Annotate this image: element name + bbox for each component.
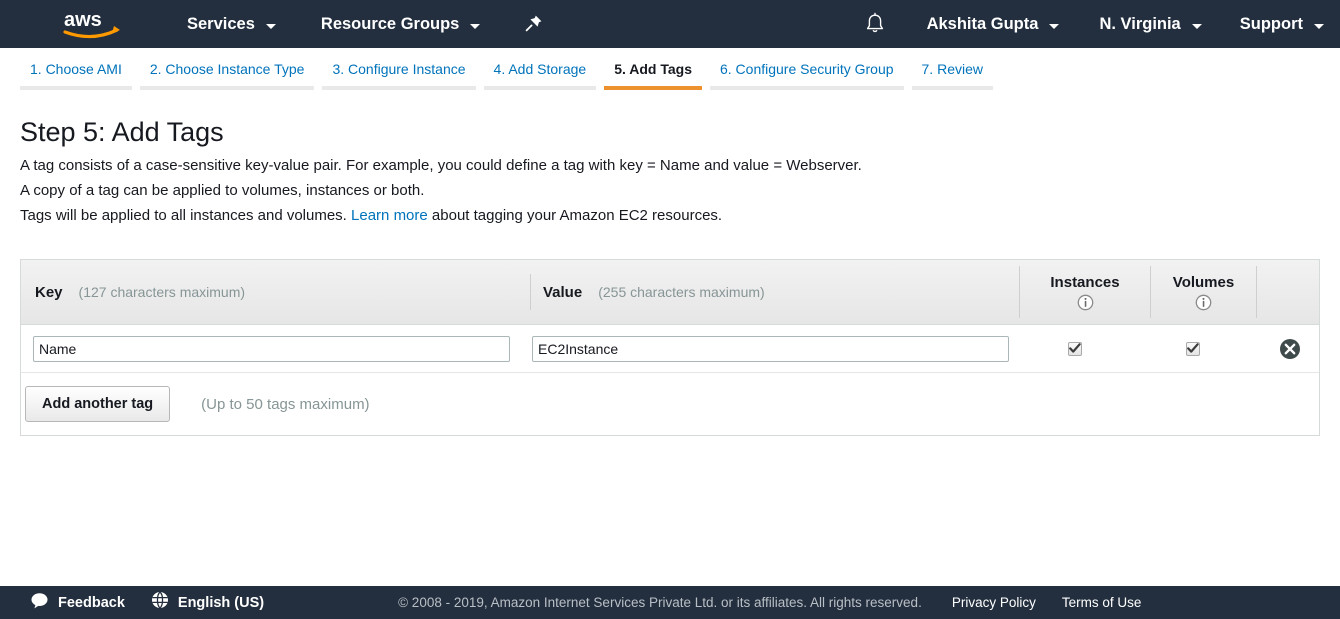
top-nav-right-group: Akshita Gupta N. Virginia Support [864,0,1340,48]
add-another-tag-button[interactable]: Add another tag [25,386,170,422]
volumes-checkbox[interactable] [1186,342,1200,356]
tab-add-tags[interactable]: 5. Add Tags [604,60,702,90]
description-line-3-prefix: Tags will be applied to all instances an… [20,207,351,224]
privacy-policy-link[interactable]: Privacy Policy [952,595,1036,610]
language-label: English (US) [178,595,264,611]
tag-table-header-row: Key (127 characters maximum) Value (255 … [21,260,1319,325]
tab-label: 6. Configure Security Group [720,60,894,78]
aws-logo[interactable]: aws [62,9,126,39]
chevron-down-icon [1049,24,1059,29]
description-line-3: Tags will be applied to all instances an… [20,203,1340,228]
copyright-text: © 2008 - 2019, Amazon Internet Services … [398,595,922,610]
page-title: Step 5: Add Tags [0,96,1340,148]
actions-column-header [1256,266,1319,318]
tab-underline [322,86,475,90]
terms-of-use-link[interactable]: Terms of Use [1062,595,1142,610]
wizard-step-tabs: 1. Choose AMI 2. Choose Instance Type 3.… [0,48,1340,96]
value-header-label: Value [543,284,582,301]
pushpin-icon[interactable] [522,13,544,35]
volumes-checkbox-cell [1140,342,1246,356]
instances-column-header: Instances [1019,266,1150,318]
tab-label: 5. Add Tags [614,60,692,78]
key-column-header: Key (127 characters maximum) [21,284,530,301]
value-column-header: Value (255 characters maximum) [530,274,1019,310]
instances-header-label: Instances [1050,274,1119,291]
nav-region-label: N. Virginia [1099,15,1180,34]
remove-circle-icon [1279,338,1301,360]
tab-underline [912,86,993,90]
instances-checkbox-cell [1009,342,1140,356]
chevron-down-icon [1192,24,1202,29]
svg-text:aws: aws [64,9,102,31]
nav-region-menu[interactable]: N. Virginia [1099,0,1201,48]
key-header-hint: (127 characters maximum) [79,284,246,300]
nav-services[interactable]: Services [187,0,276,48]
description-line-1: A tag consists of a case-sensitive key-v… [20,153,1340,178]
tab-label: 1. Choose AMI [30,60,122,78]
nav-account-label: Akshita Gupta [927,15,1039,34]
aws-ec2-launch-wizard-page: aws Services Resource Groups [0,0,1340,619]
add-tag-hint: (Up to 50 tags maximum) [201,396,369,413]
feedback-bubble-icon [30,592,49,614]
nav-support-label: Support [1240,15,1303,34]
tag-key-input[interactable] [33,336,510,362]
tab-underline [140,86,315,90]
description-line-3-suffix: about tagging your Amazon EC2 resources. [428,207,722,224]
top-navigation-bar: aws Services Resource Groups [0,0,1340,48]
tab-review[interactable]: 7. Review [912,60,993,90]
nav-services-label: Services [187,15,255,34]
remove-tag-button[interactable] [1279,338,1301,360]
tab-label: 2. Choose Instance Type [150,60,305,78]
info-icon[interactable] [1077,294,1094,311]
tab-underline [484,86,597,90]
info-icon[interactable] [1195,294,1212,311]
step-description: A tag consists of a case-sensitive key-v… [0,153,1340,228]
instances-checkbox[interactable] [1068,342,1082,356]
nav-resource-groups[interactable]: Resource Groups [321,0,480,48]
feedback-button[interactable]: Feedback [30,592,125,614]
page-footer: Feedback English (US) © 2008 - 2019, Ama… [0,586,1340,619]
tab-label: 7. Review [922,60,983,78]
tab-add-storage[interactable]: 4. Add Storage [484,60,597,90]
learn-more-link[interactable]: Learn more [351,207,428,224]
tag-value-input[interactable] [532,336,1009,362]
tab-underline [710,86,904,90]
globe-icon [151,591,169,614]
tag-table-panel: Key (127 characters maximum) Value (255 … [20,259,1320,436]
main-content: Step 5: Add Tags A tag consists of a cas… [0,96,1340,228]
tab-underline-active [604,86,702,90]
chevron-down-icon [1314,24,1324,29]
value-header-hint: (255 characters maximum) [598,284,765,300]
nav-support-menu[interactable]: Support [1240,0,1324,48]
description-line-2: A copy of a tag can be applied to volume… [20,178,1340,203]
volumes-column-header: Volumes [1150,266,1256,318]
tab-choose-ami[interactable]: 1. Choose AMI [20,60,132,90]
tab-configure-instance[interactable]: 3. Configure Instance [322,60,475,90]
table-row [21,325,1319,373]
chevron-down-icon [266,24,276,29]
nav-account-menu[interactable]: Akshita Gupta [927,0,1060,48]
key-header-label: Key [35,284,63,301]
feedback-label: Feedback [58,595,125,611]
tab-underline [20,86,132,90]
notifications-bell-icon[interactable] [864,12,886,36]
tab-label: 4. Add Storage [494,60,587,78]
tab-choose-instance-type[interactable]: 2. Choose Instance Type [140,60,315,90]
add-tag-row: Add another tag (Up to 50 tags maximum) [21,373,1319,435]
nav-resource-groups-label: Resource Groups [321,15,459,34]
volumes-header-label: Volumes [1173,274,1234,291]
tab-configure-security-group[interactable]: 6. Configure Security Group [710,60,904,90]
language-selector[interactable]: English (US) [151,591,264,614]
tab-label: 3. Configure Instance [332,60,465,78]
aws-logo-icon: aws [62,9,126,39]
chevron-down-icon [470,24,480,29]
